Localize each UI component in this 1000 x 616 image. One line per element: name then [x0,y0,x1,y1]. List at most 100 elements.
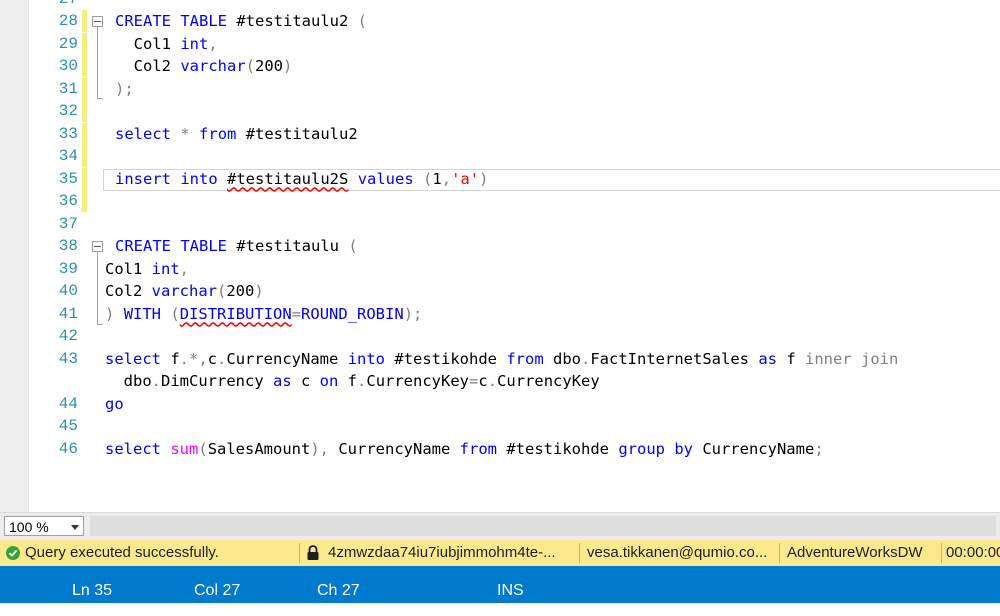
code-token: 200 [226,282,255,300]
code-token: TABLE [180,12,228,30]
code-text[interactable]: select sum(SalesAmount), CurrencyName fr… [105,438,824,460]
code-token: . [357,372,367,390]
code-line: 46 select sum(SalesAmount), CurrencyName … [0,438,1000,460]
code-token: DimCurrency [161,372,273,390]
code-token: DISTRIBUTION [179,304,292,323]
code-text[interactable]: dbo.DimCurrency as c on f.CurrencyKey=c.… [105,370,600,392]
code-token: inner join [805,349,899,368]
code-token: dbo [543,349,581,368]
change-marker [82,100,87,122]
line-number: 37 [58,214,78,233]
line-number: 29 [58,34,78,53]
code-text[interactable]: go [105,393,124,415]
code-token: #testikohde [385,349,507,368]
code-line: 37 [0,213,1000,235]
code-token: .*, [179,349,208,368]
code-token: Col2 [115,57,181,75]
code-line: 41) WITH (DISTRIBUTION=ROUND_ROBIN); [0,303,1000,325]
code-token: go [105,394,124,413]
code-token: . [487,372,498,390]
code-token: = [291,304,302,323]
code-token: ); [403,304,423,323]
code-line: 36 [0,190,1000,212]
code-token: ) [105,304,115,323]
login-user: vesa.tikkanen@qumio.co... [587,544,768,561]
fold-toggle-icon[interactable] [92,241,103,252]
code-token: c [478,372,488,390]
code-token: . [217,349,227,368]
code-text[interactable]: Col1 int, [115,33,218,55]
code-line: 30 Col2 varchar(200) [0,55,1000,77]
code-line: 45 [0,415,1000,437]
code-token: ) [283,57,293,75]
code-line: 42 [0,325,1000,347]
check-circle-icon [6,546,20,560]
code-text[interactable]: Col1 int, [105,258,189,280]
code-token: 200 [255,57,283,75]
status-divider [941,543,942,563]
code-token: CurrencyKey [497,372,600,390]
code-token: f [777,349,805,368]
code-text[interactable]: CREATE TABLE #testitaulu2 ( [115,10,367,32]
code-token: insert [115,169,171,188]
code-text[interactable]: ) WITH (DISTRIBUTION=ROUND_ROBIN); [105,303,422,325]
code-token: on [319,372,339,390]
code-token: f [338,372,358,390]
horizontal-scrollbar[interactable] [90,516,996,536]
line-number: 34 [58,147,78,165]
code-token: as [273,372,292,390]
code-token: int [180,34,209,53]
code-token: into [347,349,386,368]
code-token: ( [348,237,358,255]
zoom-dropdown[interactable]: 100 % [4,516,84,536]
code-token: * [180,124,190,143]
line-number: 27 [28,0,78,10]
code-text[interactable]: CREATE TABLE #testitaulu ( [115,235,358,257]
server-name: 4zmwzdaa74iu7iubjimmohm4te-... [328,544,556,561]
code-text[interactable]: Col2 varchar(200) [105,280,264,302]
dropdown-arrow-icon[interactable] [71,525,79,530]
code-text[interactable]: Col2 varchar(200) [115,55,293,77]
change-marker [82,32,87,55]
line-number: 30 [58,57,78,75]
line-position: Ln 35 [72,582,113,599]
fold-toggle-icon[interactable] [92,16,103,27]
line-number: 43 [58,349,78,368]
code-line: 44 go [0,393,1000,415]
code-token: CREATE [115,12,171,30]
line-number: 28 [58,12,78,30]
line-number: 31 [58,79,78,98]
code-token: select [105,349,161,368]
code-token: varchar [151,282,217,300]
code-text[interactable]: insert into #testitaulu2S values (1,'a') [115,168,488,190]
line-number: 35 [58,169,78,188]
code-token: ); [115,79,134,98]
line-number: 33 [58,124,78,143]
code-token: ( [245,57,255,75]
code-token: select [105,439,161,458]
code-text[interactable]: select f.*,c.CurrencyName into #testikoh… [105,348,898,370]
code-text[interactable]: ); [115,78,134,100]
code-text[interactable]: select * from #testitaulu2 [115,123,358,145]
code-token: Col1 [105,259,152,278]
code-line: 32 [0,100,1000,122]
change-marker [82,10,87,32]
status-divider [779,543,780,563]
code-line: 28 CREATE TABLE #testitaulu2 ( [0,10,1000,32]
code-token: . [581,349,591,368]
fold-guide [97,251,98,324]
code-token: CurrencyName [692,439,815,458]
change-marker [82,77,87,100]
sql-editor[interactable]: 27 28 CREATE TABLE #testitaulu2 ( 29 Col1 … [0,0,1000,512]
code-token: TABLE [180,237,228,255]
code-token: values [357,169,414,188]
line-number: 42 [58,327,78,345]
code-token: CREATE [115,237,171,255]
fold-guide-end [97,324,103,325]
